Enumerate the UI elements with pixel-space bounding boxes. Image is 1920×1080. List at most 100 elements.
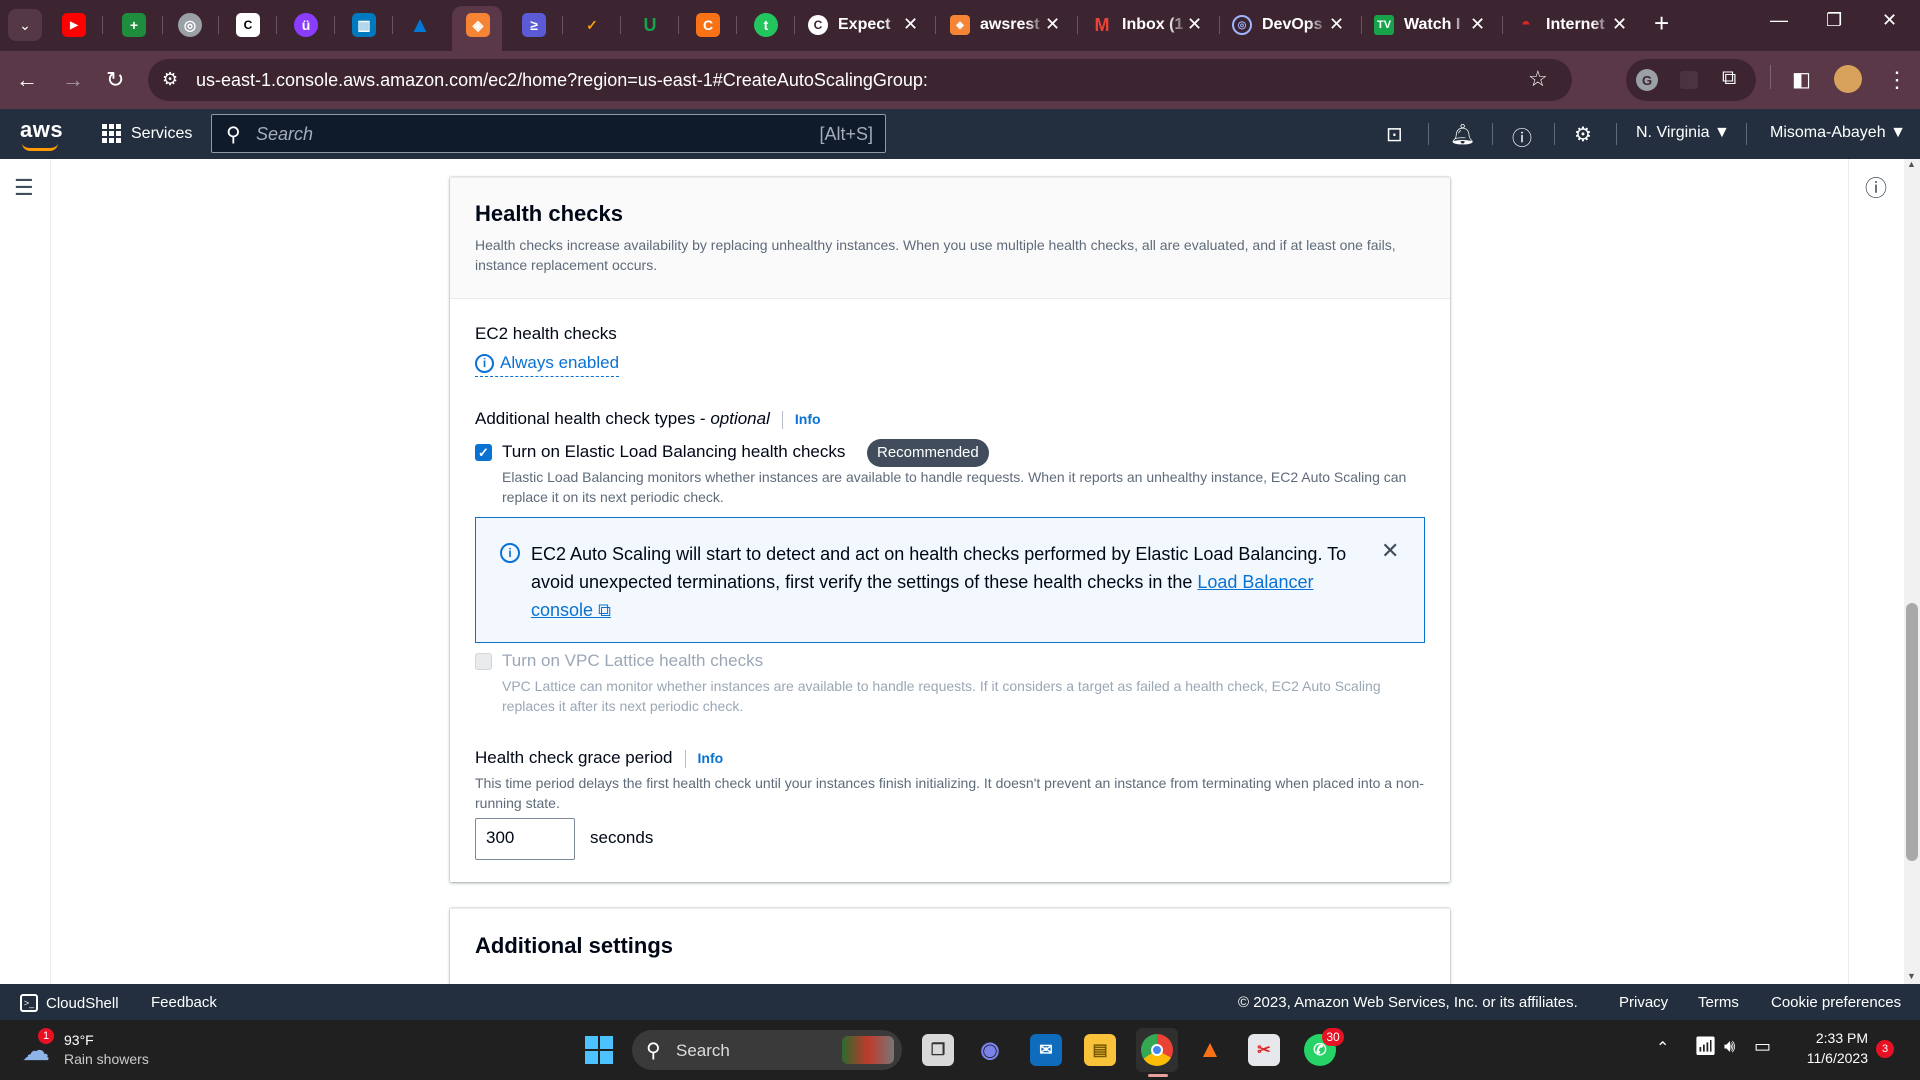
globe-tab-icon[interactable]: ◎ (178, 13, 202, 37)
minimize-icon[interactable]: — (1770, 10, 1788, 31)
services-menu[interactable]: Services (102, 124, 192, 143)
grace-period-input[interactable]: 300 (475, 818, 575, 860)
help-icon[interactable]: ⓘ (1512, 122, 1532, 151)
tab-awsrest[interactable]: ◆ awsrest (950, 13, 1046, 37)
youtube-tab-icon[interactable]: ▶ (62, 13, 86, 37)
reload-icon[interactable]: ↻ (106, 67, 124, 93)
volume-icon[interactable]: 🔊︎ (1724, 1036, 1735, 1057)
tab-title: DevOps (1262, 16, 1323, 33)
vpc-lattice-description: VPC Lattice can monitor whether instance… (502, 678, 1381, 714)
vlc-icon[interactable]: ▲ (1194, 1034, 1226, 1066)
weather-temp[interactable]: 93°F (64, 1032, 94, 1048)
hamburger-menu-icon[interactable]: ☰ (14, 175, 34, 201)
close-window-icon[interactable]: ✕ (1882, 10, 1897, 31)
vpc-lattice-label[interactable]: Turn on VPC Lattice health checks (502, 651, 763, 671)
file-explorer-icon[interactable]: ▤ (1084, 1034, 1116, 1066)
restore-icon[interactable]: ❐ (1826, 10, 1842, 31)
terminal-tab-icon[interactable]: ≥ (522, 13, 546, 37)
back-icon[interactable]: ← (16, 67, 38, 93)
new-tab-icon[interactable]: + (1654, 8, 1669, 39)
cookie-preferences-link[interactable]: Cookie preferences (1771, 994, 1901, 1011)
teams-chat-icon[interactable]: ◉ (974, 1034, 1006, 1066)
aws-logo[interactable]: aws (20, 117, 63, 143)
task-view-icon[interactable]: ❐ (922, 1034, 954, 1066)
cloudshell-icon[interactable]: ⊡ (1386, 122, 1403, 147)
close-tab-icon[interactable]: ✕ (1470, 14, 1485, 35)
snipping-tool-icon[interactable]: ✂ (1248, 1034, 1280, 1066)
bell-icon[interactable]: 🔔︎ (1450, 122, 1475, 147)
bookmark-star-icon[interactable]: ☆ (1528, 66, 1548, 92)
azure-tab-icon[interactable]: ▲ (408, 12, 432, 37)
profile-avatar[interactable] (1834, 65, 1862, 93)
close-tab-icon[interactable]: ✕ (1612, 14, 1627, 35)
battery-icon[interactable]: ▭ (1754, 1036, 1771, 1057)
close-tab-icon[interactable]: ✕ (1187, 14, 1202, 35)
settings-gear-icon[interactable]: ⚙ (1574, 122, 1592, 147)
clock-date[interactable]: 11/6/2023 (1796, 1050, 1868, 1066)
clock-time[interactable]: 2:33 PM (1796, 1030, 1868, 1046)
info-panel-icon[interactable]: ⓘ (1865, 171, 1887, 203)
tab-search-button[interactable]: ⌄ (8, 9, 42, 41)
right-tools-rail: ⓘ (1848, 159, 1906, 984)
search-shortcut: [Alt+S] (819, 124, 873, 144)
windows-start-icon[interactable] (583, 1034, 615, 1066)
tab-title: Inbox (1 (1122, 16, 1184, 33)
feedback-link[interactable]: Feedback (151, 994, 217, 1011)
omnibox[interactable]: ⚙ us-east-1.console.aws.amazon.com/ec2/h… (148, 59, 1572, 101)
url-text[interactable]: us-east-1.console.aws.amazon.com/ec2/hom… (196, 70, 928, 91)
elb-label[interactable]: Turn on Elastic Load Balancing health ch… (502, 442, 845, 462)
privacy-link[interactable]: Privacy (1619, 994, 1668, 1011)
weather-desc[interactable]: Rain showers (64, 1051, 149, 1067)
u-logo-tab-icon[interactable]: ü (294, 13, 318, 37)
t-green-tab-icon[interactable]: t (754, 13, 778, 37)
grammarly-icon[interactable]: G (1636, 69, 1658, 91)
tab-separator (334, 16, 335, 34)
forward-icon[interactable]: → (62, 67, 84, 93)
close-tab-icon[interactable]: ✕ (1045, 14, 1060, 35)
account-menu[interactable]: Misoma-Abayeh ▼ (1770, 124, 1906, 142)
close-tab-icon[interactable]: ✕ (1329, 14, 1344, 35)
vpc-lattice-checkbox[interactable] (475, 653, 492, 670)
dismiss-alert-icon[interactable]: ✕ (1381, 538, 1399, 564)
chevron-up-icon[interactable]: ⌃ (1656, 1038, 1669, 1058)
scrollbar-thumb[interactable] (1906, 603, 1918, 861)
chrome-icon[interactable] (1141, 1034, 1173, 1066)
terms-link[interactable]: Terms (1698, 994, 1739, 1011)
tab-devops[interactable]: ◎ DevOps (1232, 13, 1328, 37)
notification-badge[interactable]: 3 (1876, 1040, 1894, 1058)
aws-tab-icon[interactable]: ◈ (466, 13, 490, 37)
scroll-up-icon[interactable]: ▲ (1907, 159, 1916, 169)
always-enabled-popover[interactable]: i Always enabled (475, 353, 620, 377)
taskbar-search[interactable]: ⚲ Search (632, 1030, 902, 1070)
info-link[interactable]: Info (795, 411, 821, 427)
tab-internet[interactable]: ◓ Internet (1516, 13, 1612, 37)
extension-icon[interactable] (1680, 71, 1698, 89)
scroll-down-icon[interactable]: ▼ (1907, 971, 1916, 981)
always-enabled-text: Always enabled (500, 353, 620, 372)
recommended-badge: Recommended (867, 439, 989, 467)
cloudshell-button[interactable]: >_ CloudShell (20, 994, 119, 1012)
close-tab-icon[interactable]: ✕ (903, 14, 918, 35)
check-tab-icon[interactable]: ✓ (580, 13, 604, 37)
info-link[interactable]: Info (698, 750, 724, 766)
info-separator (781, 410, 783, 429)
tab-inbox[interactable]: M Inbox (1 (1092, 13, 1188, 37)
side-panel-icon[interactable]: ◧ (1792, 67, 1811, 92)
c-orange-tab-icon[interactable]: C (696, 13, 720, 37)
tab-separator (1361, 16, 1362, 34)
tv-icon: TV (1374, 15, 1394, 35)
chrome-menu-icon[interactable]: ⋮ (1886, 67, 1908, 93)
u-green-tab-icon[interactable]: U (638, 13, 662, 37)
wifi-icon[interactable]: 📶︎ (1694, 1036, 1717, 1057)
console-search[interactable]: ⚲ Search [Alt+S] (211, 114, 886, 153)
tab-watch[interactable]: TV Watch I (1374, 13, 1470, 37)
sheets-tab-icon[interactable]: + (122, 13, 146, 37)
region-selector[interactable]: N. Virginia ▼ (1636, 124, 1730, 142)
puzzle-icon[interactable]: ⧉ (1722, 67, 1736, 90)
tab-expect[interactable]: C Expect (808, 13, 904, 37)
site-info-icon[interactable]: ⚙ (162, 69, 178, 90)
trello-tab-icon[interactable]: ▥ (352, 13, 376, 37)
elb-checkbox[interactable]: ✓ (475, 444, 492, 461)
mail-icon[interactable]: ✉ (1030, 1034, 1062, 1066)
c-logo-tab-icon[interactable]: C (236, 13, 260, 37)
